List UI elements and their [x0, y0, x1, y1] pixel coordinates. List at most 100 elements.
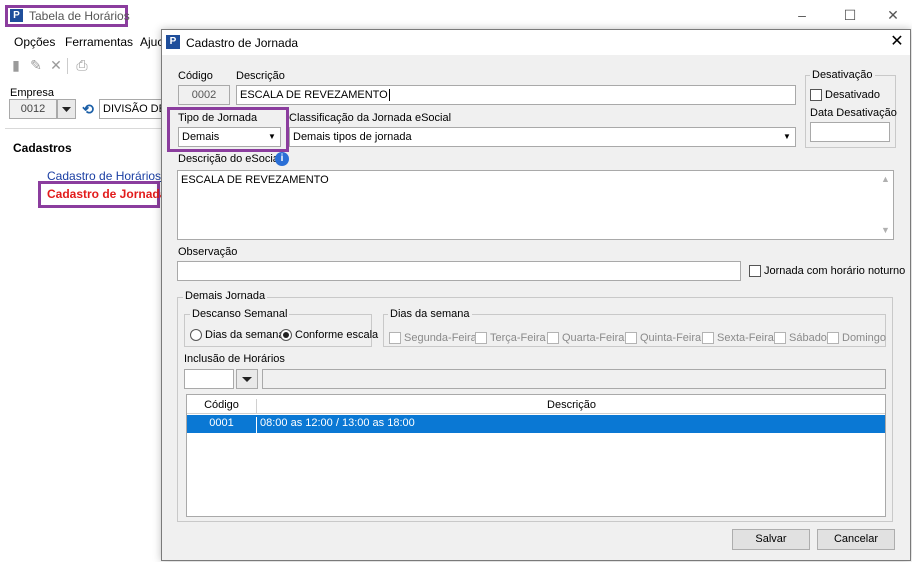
radio-dias-semana[interactable]: Dias da semana [190, 329, 285, 341]
dia-terca-label: Terça-Feira [490, 332, 546, 344]
radio-conforme-escala-label: Conforme escala [295, 329, 379, 341]
print-icon[interactable]: ⎙ [74, 57, 90, 74]
row-descricao-cell: 08:00 as 12:00 / 13:00 as 18:00 [260, 417, 415, 429]
edit-pencil-icon[interactable]: ✎ [28, 57, 44, 74]
empresa-name-field: DIVISÃO DE F [99, 99, 169, 119]
empresa-code-field[interactable]: 0012 [9, 99, 57, 119]
desativado-label: Desativado [825, 89, 881, 101]
info-icon[interactable]: i [275, 152, 289, 166]
sidebar-link-cadastro-jornadas[interactable]: Cadastro de Jornadas [47, 187, 173, 201]
dias-semana-legend: Dias da semana [388, 308, 472, 320]
new-document-icon[interactable]: ▮ [8, 57, 24, 74]
dia-quarta-label: Quarta-Feira [562, 332, 625, 344]
classificacao-value: Demais tipos de jornada [293, 131, 412, 143]
inclusao-codigo-input[interactable] [184, 369, 234, 389]
desativacao-legend: Desativação [810, 69, 875, 81]
tipo-jornada-label: Tipo de Jornada [178, 112, 258, 124]
dia-domingo-label: Domingo [842, 332, 887, 344]
chevron-down-icon [242, 377, 252, 382]
delete-x-icon[interactable]: ✕ [48, 57, 64, 74]
horarios-grid: Código Descrição 0001 08:00 as 12:00 / 1… [186, 394, 886, 517]
dia-quinta-checkbox [625, 332, 637, 344]
observacao-label: Observação [178, 246, 238, 258]
desativado-checkbox-row[interactable]: Desativado [810, 89, 880, 101]
empresa-dropdown-button[interactable] [57, 99, 76, 119]
chevron-down-icon[interactable]: ▼ [779, 128, 795, 146]
dialog-titlebar: P Cadastro de Jornada ✕ [162, 30, 910, 55]
codigo-label: Código [178, 70, 213, 82]
column-descricao[interactable]: Descrição [258, 399, 885, 411]
main-window-title: Tabela de Horários [29, 9, 130, 23]
chevron-down-icon[interactable]: ▼ [264, 128, 280, 146]
radio-dias-semana-label: Dias da semana [205, 329, 285, 341]
menu-ajuda[interactable]: Ajuc [140, 35, 163, 49]
sidebar-divider [5, 128, 167, 129]
chevron-down-icon [62, 107, 71, 112]
grid-header: Código Descrição [187, 395, 885, 414]
descricao-input[interactable]: ESCALA DE REVEZAMENTO [236, 85, 796, 105]
descricao-esocial-value: ESCALA DE REVEZAMENTO [181, 174, 329, 186]
dia-quinta: Quinta-Feira [625, 332, 701, 344]
radio-conforme-escala-circle[interactable] [280, 329, 292, 341]
column-codigo[interactable]: Código [187, 399, 257, 414]
noturno-label: Jornada com horário noturno [764, 265, 906, 277]
radio-conforme-escala[interactable]: Conforme escala [280, 329, 378, 341]
vertical-scrollbar[interactable]: ▲ ▼ [879, 171, 893, 239]
demais-jornada-legend: Demais Jornada [183, 290, 268, 302]
dia-segunda-label: Segunda-Feira [404, 332, 477, 344]
dia-sexta-label: Sexta-Feira [717, 332, 774, 344]
menu-opcoes[interactable]: Opções [14, 35, 55, 49]
dia-terca: Terça-Feira [475, 332, 546, 344]
classificacao-select[interactable]: Demais tipos de jornada ▼ [289, 127, 796, 147]
observacao-input[interactable] [177, 261, 741, 281]
dia-sexta-checkbox [702, 332, 714, 344]
app-logo-icon: P [10, 9, 23, 22]
tipo-jornada-select[interactable]: Demais ▼ [178, 127, 281, 147]
data-desativacao-label: Data Desativação [810, 107, 897, 119]
scroll-up-icon[interactable]: ▲ [881, 174, 890, 184]
dia-sabado: Sábado [774, 332, 827, 344]
sidebar-heading: Cadastros [13, 141, 72, 155]
empresa-label: Empresa [10, 87, 55, 99]
inclusao-descricao-field [262, 369, 886, 389]
text-cursor [388, 89, 390, 101]
dia-sabado-checkbox [774, 332, 786, 344]
menu-ferramentas[interactable]: Ferramentas [65, 35, 133, 49]
refresh-icon[interactable]: ⟲ [79, 100, 97, 118]
descricao-value: ESCALA DE REVEZAMENTO [240, 89, 388, 101]
close-main-icon[interactable]: ✕ [881, 6, 905, 24]
descricao-label: Descrição [236, 70, 285, 82]
dialog-title: Cadastro de Jornada [186, 36, 299, 50]
inclusao-dropdown-button[interactable] [236, 369, 258, 389]
dia-domingo: Domingo [827, 332, 886, 344]
dia-sabado-label: Sábado [789, 332, 827, 344]
dia-segunda: Segunda-Feira [389, 332, 477, 344]
toolbar-separator [67, 58, 68, 74]
noturno-checkbox-row[interactable]: Jornada com horário noturno [749, 265, 905, 277]
dia-domingo-checkbox [827, 332, 839, 344]
inclusao-horarios-label: Inclusão de Horários [184, 353, 285, 365]
codigo-field: 0002 [178, 85, 230, 105]
descricao-esocial-textarea[interactable]: ESCALA DE REVEZAMENTO ▲ ▼ [177, 170, 894, 240]
descricao-esocial-label: Descrição do eSocial [178, 153, 282, 165]
data-desativacao-input[interactable] [810, 122, 890, 142]
classificacao-label: Classificação da Jornada eSocial [289, 112, 452, 124]
scroll-down-icon[interactable]: ▼ [881, 225, 890, 235]
tipo-jornada-value: Demais [182, 131, 220, 143]
cancel-button[interactable]: Cancelar [817, 529, 895, 550]
descanso-semanal-legend: Descanso Semanal [190, 308, 290, 320]
dia-segunda-checkbox [389, 332, 401, 344]
save-button[interactable]: Salvar [732, 529, 810, 550]
close-icon[interactable]: ✕ [887, 32, 907, 52]
table-row[interactable]: 0001 08:00 as 12:00 / 13:00 as 18:00 [187, 415, 885, 433]
desativado-checkbox[interactable] [810, 89, 822, 101]
noturno-checkbox[interactable] [749, 265, 761, 277]
maximize-icon[interactable]: ☐ [838, 6, 862, 24]
radio-dias-semana-circle[interactable] [190, 329, 202, 341]
dia-quarta-checkbox [547, 332, 559, 344]
dia-terca-checkbox [475, 332, 487, 344]
cadastro-jornada-dialog: P Cadastro de Jornada ✕ Código 0002 Desc… [161, 29, 911, 561]
app-logo-icon: P [166, 35, 180, 49]
minimize-icon[interactable]: – [790, 6, 814, 24]
row-codigo-cell: 0001 [187, 417, 257, 433]
